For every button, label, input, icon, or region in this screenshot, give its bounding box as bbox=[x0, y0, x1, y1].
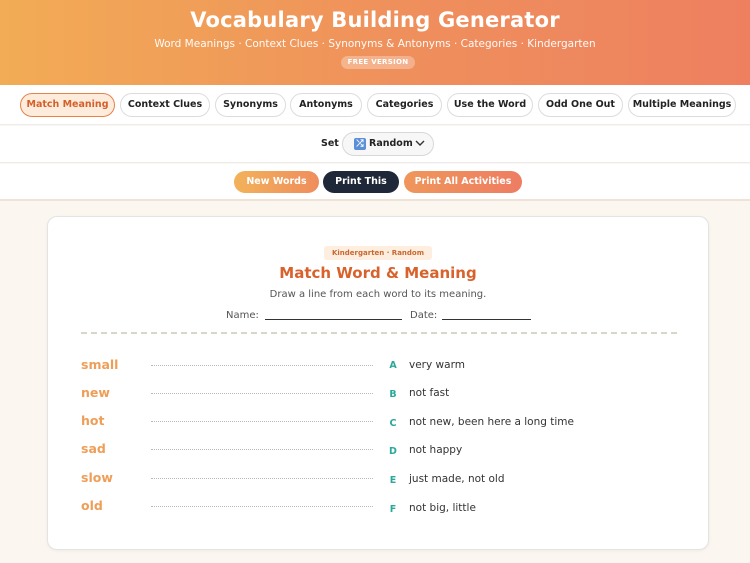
action-bar: New Words Print This Print All Activitie… bbox=[0, 164, 750, 201]
tab-categories[interactable]: Categories bbox=[367, 93, 442, 117]
meaning-item: just made, not old bbox=[409, 473, 505, 485]
dashed-divider bbox=[81, 332, 677, 334]
name-label: Name: bbox=[226, 310, 259, 321]
match-line bbox=[151, 421, 373, 422]
chevron-down-icon bbox=[415, 140, 425, 146]
worksheet-card: Kindergarten · Random Match Word & Meani… bbox=[47, 216, 709, 550]
activity-tabs: Match Meaning Context Clues Synonyms Ant… bbox=[0, 85, 750, 125]
app-title: Vocabulary Building Generator bbox=[190, 8, 560, 32]
shuffle-icon: ⤮ bbox=[354, 138, 366, 150]
print-button[interactable]: Print This bbox=[323, 171, 399, 193]
meaning-letter: F bbox=[389, 504, 397, 515]
meaning-item: not new, been here a long time bbox=[409, 416, 574, 428]
set-bar: Set ⤮ Random bbox=[0, 126, 750, 163]
meaning-item: very warm bbox=[409, 359, 465, 371]
meaning-item: not big, little bbox=[409, 502, 476, 514]
tab-odd-one-out[interactable]: Odd One Out bbox=[538, 93, 623, 117]
date-label: Date: bbox=[410, 310, 438, 321]
app-header: Vocabulary Building Generator Word Meani… bbox=[0, 0, 750, 85]
word-item: slow bbox=[81, 470, 113, 485]
meaning-letter: B bbox=[389, 389, 397, 400]
tab-use-the-word[interactable]: Use the Word bbox=[447, 93, 533, 117]
meaning-item: not happy bbox=[409, 444, 463, 456]
meaning-letter: E bbox=[389, 475, 397, 486]
word-item: hot bbox=[81, 413, 105, 428]
set-select[interactable]: ⤮ Random bbox=[342, 132, 434, 156]
set-label: Set bbox=[321, 138, 339, 149]
meaning-item: not fast bbox=[409, 387, 450, 399]
word-item: new bbox=[81, 385, 110, 400]
word-item: old bbox=[81, 498, 103, 513]
match-line bbox=[151, 393, 373, 394]
app-subtitle: Word Meanings · Context Clues · Synonyms… bbox=[154, 38, 596, 50]
tab-match-meaning[interactable]: Match Meaning bbox=[20, 93, 115, 117]
new-words-button[interactable]: New Words bbox=[234, 171, 319, 193]
match-line bbox=[151, 478, 373, 479]
meaning-letter: A bbox=[389, 360, 397, 371]
free-version-badge: FREE VERSION bbox=[341, 56, 415, 69]
tab-context-clues[interactable]: Context Clues bbox=[120, 93, 210, 117]
tab-antonyms[interactable]: Antonyms bbox=[290, 93, 362, 117]
meaning-letter: D bbox=[389, 446, 397, 457]
level-badge: Kindergarten · Random bbox=[324, 246, 432, 260]
match-line bbox=[151, 449, 373, 450]
word-item: sad bbox=[81, 441, 106, 456]
print-all-button[interactable]: Print All Activities bbox=[404, 171, 522, 193]
date-line bbox=[442, 319, 531, 320]
word-item: small bbox=[81, 357, 119, 372]
set-value: Random bbox=[369, 138, 413, 149]
meaning-letter: C bbox=[389, 418, 397, 429]
worksheet-title: Match Word & Meaning bbox=[279, 264, 477, 282]
match-line bbox=[151, 365, 373, 366]
name-line bbox=[265, 319, 402, 320]
match-line bbox=[151, 506, 373, 507]
tab-multiple-meanings[interactable]: Multiple Meanings bbox=[628, 93, 736, 117]
worksheet-instructions: Draw a line from each word to its meanin… bbox=[269, 289, 487, 300]
tab-synonyms[interactable]: Synonyms bbox=[215, 93, 286, 117]
